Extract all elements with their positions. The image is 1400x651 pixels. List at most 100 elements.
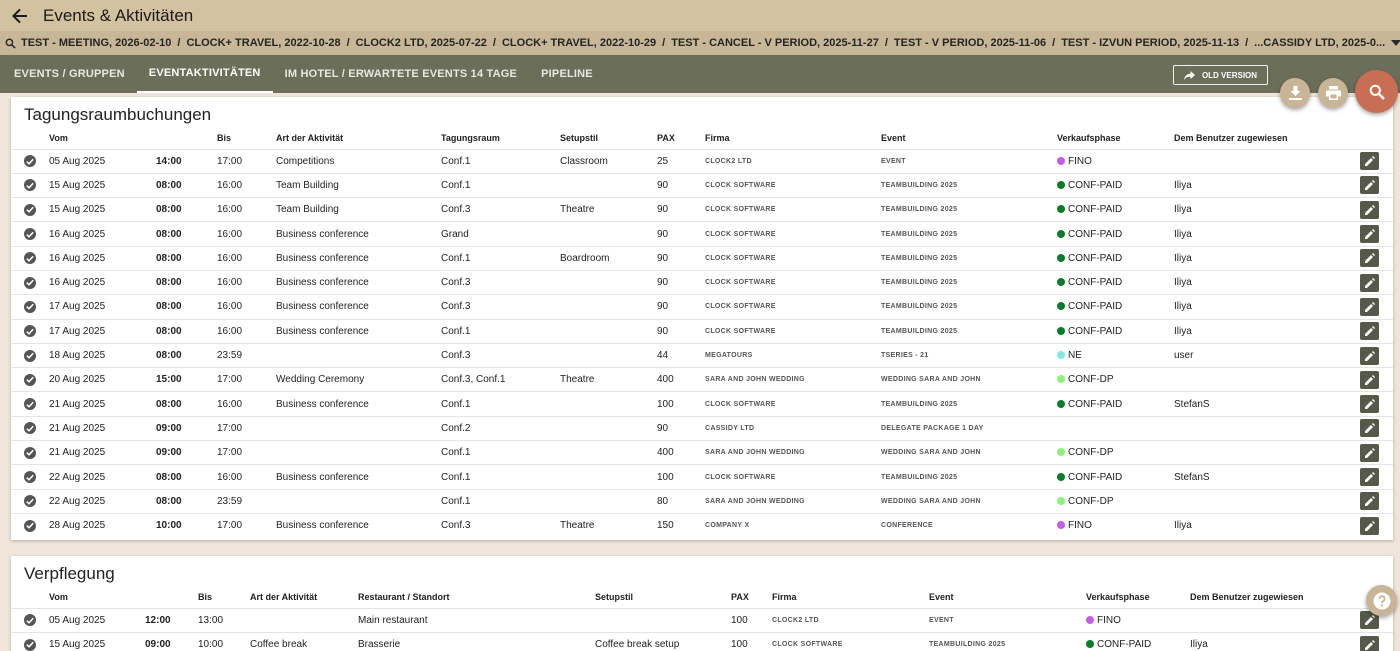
pencil-icon bbox=[1364, 229, 1375, 240]
table-row[interactable]: 15 Aug 2025 09:00 10:00 Coffee break Brasser… bbox=[11, 631, 1393, 651]
cell-event: TEAMBUILDING 2025 bbox=[881, 172, 1057, 198]
recent-item[interactable]: TEST - CANCEL - V PERIOD, 2025-11-27 bbox=[671, 37, 879, 49]
table-row[interactable]: 21 Aug 2025 09:00 17:00 Conf.2 90 CASSIDY LTD… bbox=[11, 415, 1393, 441]
edit-button[interactable] bbox=[1360, 443, 1379, 462]
check-circle-icon[interactable] bbox=[24, 614, 36, 627]
row-actions-cell bbox=[1360, 367, 1393, 392]
edit-button[interactable] bbox=[1360, 346, 1379, 365]
check-circle-icon[interactable] bbox=[24, 373, 36, 386]
cell-event: TEAMBUILDING 2025 bbox=[881, 464, 1057, 490]
cell-pax: 90 bbox=[657, 318, 705, 344]
recent-item[interactable]: CLOCK2 LTD, 2025-07-22 bbox=[356, 37, 487, 49]
check-circle-icon[interactable] bbox=[24, 495, 36, 508]
table-row[interactable]: 16 Aug 2025 08:00 16:00 Business conference… bbox=[11, 221, 1393, 247]
row-actions-cell bbox=[1360, 440, 1393, 465]
table-row[interactable]: 20 Aug 2025 15:00 17:00 Wedding Ceremony Con… bbox=[11, 367, 1393, 392]
edit-button[interactable] bbox=[1360, 492, 1379, 511]
row-status-cell bbox=[11, 148, 49, 174]
check-circle-icon[interactable] bbox=[24, 422, 36, 435]
check-circle-icon[interactable] bbox=[24, 155, 36, 168]
edit-button[interactable] bbox=[1360, 225, 1379, 244]
tab-events-gruppen[interactable]: EVENTS / GRUPPEN bbox=[0, 55, 137, 93]
tab-pipeline[interactable]: PIPELINE bbox=[529, 55, 605, 93]
cell-setup-style: Coffee break setup bbox=[595, 631, 731, 651]
table-row[interactable]: 05 Aug 2025 14:00 17:00 Competitions Conf.1 C… bbox=[11, 148, 1393, 174]
check-circle-icon[interactable] bbox=[24, 349, 36, 362]
check-circle-icon[interactable] bbox=[24, 300, 36, 313]
table-row[interactable]: 17 Aug 2025 08:00 16:00 Business conference… bbox=[11, 318, 1393, 344]
cell-event: TEAMBUILDING 2025 bbox=[929, 631, 1086, 651]
table-row[interactable]: 16 Aug 2025 08:00 16:00 Business conference… bbox=[11, 269, 1393, 295]
edit-button[interactable] bbox=[1360, 395, 1379, 414]
edit-button[interactable] bbox=[1360, 516, 1379, 535]
table-row[interactable]: 17 Aug 2025 08:00 16:00 Business conference… bbox=[11, 294, 1393, 320]
sales-phase-label: FINO bbox=[1097, 614, 1121, 626]
check-circle-icon[interactable] bbox=[24, 398, 36, 411]
cell-pax: 400 bbox=[657, 440, 705, 465]
table-row[interactable]: 18 Aug 2025 08:00 23:59 Conf.3 44 MEGATOURS TS… bbox=[11, 342, 1393, 368]
check-circle-icon[interactable] bbox=[24, 203, 36, 216]
row-status-cell bbox=[11, 464, 49, 490]
check-circle-icon[interactable] bbox=[24, 446, 36, 459]
cell-assigned-user: Iliya bbox=[1174, 172, 1360, 198]
table-row[interactable]: 22 Aug 2025 08:00 16:00 Business conference… bbox=[11, 464, 1393, 490]
edit-button[interactable] bbox=[1360, 419, 1379, 438]
cell-setup-style bbox=[560, 440, 657, 465]
edit-button[interactable] bbox=[1360, 370, 1379, 389]
table-row[interactable]: 21 Aug 2025 08:00 16:00 Business conference… bbox=[11, 391, 1393, 417]
edit-button[interactable] bbox=[1360, 176, 1379, 195]
table-row[interactable]: 21 Aug 2025 09:00 17:00 Conf.1 400 SARA AND J… bbox=[11, 440, 1393, 465]
check-circle-icon[interactable] bbox=[24, 228, 36, 241]
table-row[interactable]: 22 Aug 2025 08:00 23:59 Conf.1 80 SARA AND JO… bbox=[11, 488, 1393, 514]
pencil-icon bbox=[1364, 374, 1375, 385]
table-row[interactable]: 15 Aug 2025 08:00 16:00 Team Building Conf.1… bbox=[11, 172, 1393, 198]
table-row[interactable]: 05 Aug 2025 12:00 13:00 Main restaurant 100 C… bbox=[11, 607, 1393, 633]
check-circle-icon[interactable] bbox=[24, 519, 36, 532]
tab-im-hotel[interactable]: IM HOTEL / ERWARTETE EVENTS 14 TAGE bbox=[273, 55, 530, 93]
check-circle-icon[interactable] bbox=[24, 276, 36, 289]
recent-item[interactable]: CLOCK+ TRAVEL, 2022-10-29 bbox=[502, 37, 656, 49]
check-circle-icon[interactable] bbox=[24, 325, 36, 338]
status-dot bbox=[1057, 205, 1065, 214]
table-row[interactable]: 28 Aug 2025 10:00 17:00 Business conference… bbox=[11, 512, 1393, 538]
edit-button[interactable] bbox=[1360, 297, 1379, 316]
cell-date-from: 20 Aug 2025 bbox=[49, 367, 156, 392]
edit-button[interactable] bbox=[1360, 152, 1379, 171]
back-button[interactable] bbox=[2, 0, 38, 31]
edit-button[interactable] bbox=[1360, 468, 1379, 486]
old-version-button[interactable]: OLD VERSION bbox=[1173, 65, 1268, 85]
recent-item[interactable]: CLOCK+ TRAVEL, 2022-10-28 bbox=[186, 37, 340, 49]
cell-time-to: 16:00 bbox=[217, 464, 276, 490]
check-circle-icon[interactable] bbox=[24, 252, 36, 265]
edit-button[interactable] bbox=[1360, 249, 1379, 268]
table-row[interactable]: 15 Aug 2025 08:00 16:00 Team Building Conf.3… bbox=[11, 197, 1393, 222]
recent-item[interactable]: TEST - MEETING, 2026-02-10 bbox=[21, 37, 171, 49]
pencil-icon bbox=[1364, 180, 1375, 191]
cell-setup-style bbox=[560, 415, 657, 441]
cell-room: Brasserie bbox=[358, 631, 595, 651]
recent-item[interactable]: TEST - V PERIOD, 2025-11-06 bbox=[894, 37, 1046, 49]
pencil-icon bbox=[1364, 301, 1375, 312]
tab-eventaktivitaeten[interactable]: EVENTAKTIVITÄTEN bbox=[136, 55, 273, 93]
edit-button[interactable] bbox=[1360, 200, 1379, 219]
edit-button[interactable] bbox=[1360, 322, 1379, 341]
recent-item[interactable]: TEST - IZVUN PERIOD, 2025-11-13 bbox=[1061, 37, 1239, 49]
cell-sales-phase: CONF-PAID bbox=[1057, 197, 1174, 222]
print-button[interactable] bbox=[1318, 78, 1348, 108]
download-button[interactable] bbox=[1280, 78, 1310, 108]
search-fab-button[interactable] bbox=[1355, 70, 1398, 113]
table-row[interactable]: 16 Aug 2025 08:00 16:00 Business conference… bbox=[11, 245, 1393, 271]
recent-items-list: TEST - MEETING, 2026-02-10 / CLOCK+ TRAVEL… bbox=[21, 37, 1385, 49]
check-circle-icon[interactable] bbox=[24, 638, 36, 651]
check-circle-icon[interactable] bbox=[24, 471, 36, 483]
row-status-cell bbox=[11, 342, 49, 368]
cell-company: CLOCK SOFTWARE bbox=[705, 245, 881, 271]
cell-assigned-user: user bbox=[1174, 342, 1360, 368]
recent-item[interactable]: ...CASSIDY LTD, 2025-0... bbox=[1254, 37, 1385, 49]
help-button[interactable] bbox=[1366, 585, 1397, 616]
check-circle-icon[interactable] bbox=[24, 179, 36, 192]
main-tabs: EVENTS / GRUPPEN EVENTAKTIVITÄTEN IM HOT… bbox=[0, 55, 1400, 93]
recent-dropdown-button[interactable] bbox=[1391, 40, 1400, 46]
edit-button[interactable] bbox=[1360, 273, 1379, 292]
edit-button[interactable] bbox=[1360, 635, 1379, 651]
